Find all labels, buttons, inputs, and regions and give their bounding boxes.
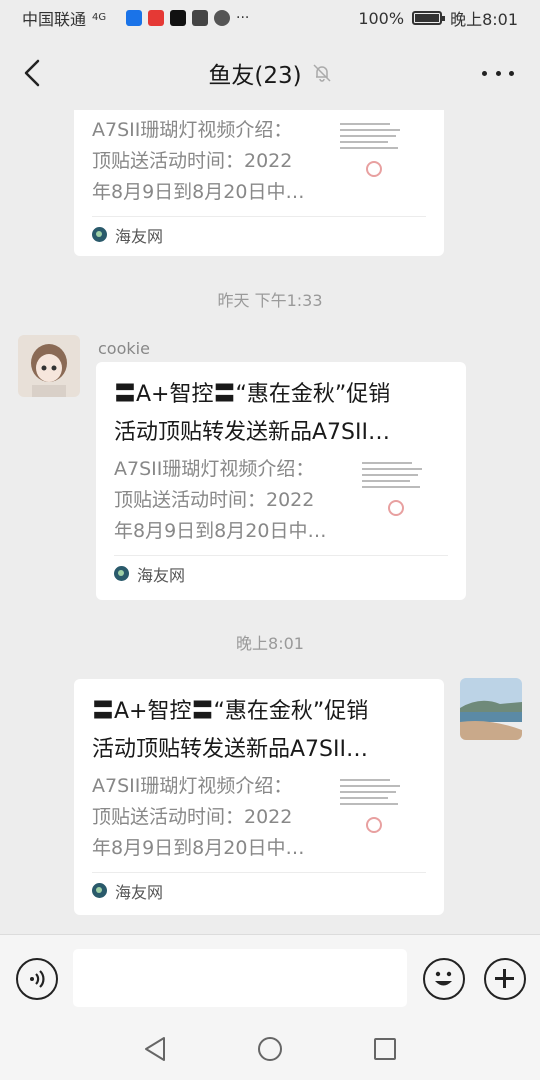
battery-percent: 100%	[358, 8, 405, 28]
message-list[interactable]: A7SII珊瑚灯视频介绍： 顶贴送活动时间：2022 年8月9日到8月20日中……	[0, 110, 540, 934]
tiktok-notification-icon	[170, 10, 187, 26]
chevron-left-icon	[24, 59, 40, 87]
group-name: 鱼友(23)	[208, 63, 302, 89]
card-title-line: 活动顶贴转发送新品A7SII…	[92, 737, 368, 762]
card-title-line: 〓A+智控〓“惠在金秋”促销	[92, 699, 369, 724]
system-home-icon[interactable]	[258, 1037, 282, 1061]
chat-header: 鱼友(23)	[0, 36, 540, 110]
dot-icon	[495, 70, 501, 76]
card-description: A7SII珊瑚灯视频介绍： 顶贴送活动时间：2022 年8月9日到8月20日中…	[114, 458, 327, 542]
more-notifications-icon: ···	[236, 10, 250, 26]
avatar-image	[18, 335, 80, 397]
system-back-icon[interactable]	[143, 1036, 167, 1062]
dot-icon	[509, 70, 514, 76]
chat-title: 鱼友(23)	[208, 56, 331, 90]
message-notification-icon	[192, 10, 209, 26]
card-source: 海友网	[114, 555, 448, 591]
source-name: 海友网	[115, 226, 164, 246]
carrier-label: 中国联通	[22, 10, 87, 29]
system-navigation-bar	[0, 1020, 540, 1080]
mute-bell-icon	[313, 64, 331, 82]
dot-icon	[482, 70, 487, 76]
link-card[interactable]: 〓A+智控〓“惠在金秋”促销 活动顶贴转发送新品A7SII… A7SII珊瑚灯视…	[74, 679, 444, 915]
battery-icon	[412, 11, 446, 25]
voice-icon	[30, 970, 45, 988]
link-card[interactable]: 〓A+智控〓“惠在金秋”促销 活动顶贴转发送新品A7SII… A7SII珊瑚灯视…	[96, 362, 466, 600]
emoji-button[interactable]	[423, 958, 465, 1000]
card-thumbnail	[336, 115, 406, 193]
message-input[interactable]	[73, 949, 407, 1007]
card-description: A7SII珊瑚灯视频介绍： 顶贴送活动时间：2022 年8月9日到8月20日中…	[92, 775, 305, 859]
card-thumbnail	[358, 454, 428, 532]
more-functions-button[interactable]	[484, 958, 526, 1000]
input-bar	[0, 934, 540, 1020]
card-description: A7SII珊瑚灯视频介绍： 顶贴送活动时间：2022 年8月9日到8月20日中…	[92, 119, 305, 203]
avatar[interactable]	[18, 335, 80, 397]
link-card[interactable]: A7SII珊瑚灯视频介绍： 顶贴送活动时间：2022 年8月9日到8月20日中……	[74, 110, 444, 256]
system-recents-icon[interactable]	[374, 1038, 396, 1060]
avatar[interactable]	[460, 678, 522, 740]
signal-icon: 4G	[92, 13, 120, 23]
card-title-line: 〓A+智控〓“惠在金秋”促销	[114, 382, 391, 407]
voice-input-button[interactable]	[16, 958, 58, 1000]
app-notification-icon	[126, 10, 143, 26]
avatar-image	[460, 678, 522, 740]
more-options-button[interactable]	[482, 64, 514, 82]
card-thumbnail	[336, 771, 406, 849]
card-source: 海友网	[92, 216, 426, 252]
sender-name: cookie	[98, 339, 150, 358]
news-notification-icon	[148, 10, 165, 26]
status-bar: 中国联通 4G ··· 100% 晚上8:01	[0, 0, 540, 36]
source-name: 海友网	[137, 565, 186, 585]
clock: 晚上8:01	[450, 10, 518, 29]
timestamp: 昨天 下午1:33	[217, 291, 323, 310]
network-type: 4G	[92, 12, 107, 23]
back-button[interactable]	[18, 58, 46, 88]
browser-notification-icon	[214, 10, 231, 26]
timestamp: 晚上8:01	[236, 634, 304, 653]
source-name: 海友网	[115, 882, 164, 902]
source-logo-icon	[114, 566, 129, 581]
source-logo-icon	[92, 883, 107, 898]
card-title-line: 活动顶贴转发送新品A7SII…	[114, 420, 390, 445]
source-logo-icon	[92, 227, 107, 242]
emoji-icon	[435, 971, 452, 986]
card-source: 海友网	[92, 872, 426, 908]
